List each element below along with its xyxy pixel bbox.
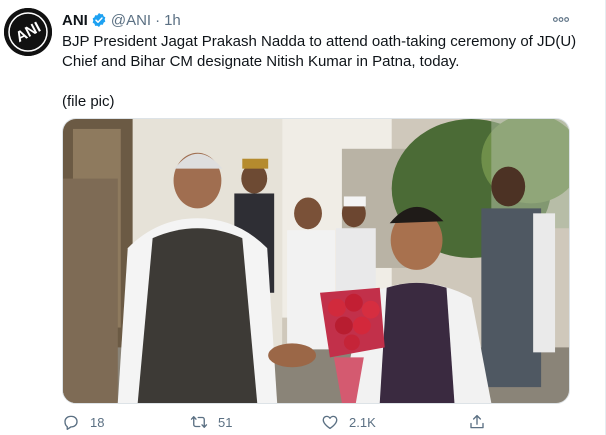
ani-logo: ANI — [4, 8, 52, 56]
like-count: 2.1K — [349, 414, 376, 430]
like-button[interactable]: 2.1K — [321, 413, 376, 431]
share-button[interactable] — [468, 413, 496, 431]
tweet-timestamp[interactable]: 1h — [164, 12, 181, 29]
author-handle[interactable]: @ANI — [111, 12, 151, 29]
tweet-note: (file pic) — [62, 93, 115, 110]
retweet-count: 51 — [218, 414, 233, 430]
share-icon — [470, 414, 484, 429]
tweet-photo[interactable] — [62, 118, 570, 404]
tweet[interactable]: ANI ANI @ANI · 1h BJP President Jagat Pr… — [0, 0, 606, 435]
more-horizontal-icon[interactable] — [551, 10, 571, 28]
tweet-body: BJP President Jagat Prakash Nadda to att… — [62, 33, 577, 70]
tweet-header: ANI @ANI · 1h — [62, 10, 181, 30]
separator-dot: · — [155, 11, 161, 29]
photo-illustration — [63, 119, 569, 403]
tweet-text: BJP President Jagat Prakash Nadda to att… — [62, 32, 582, 112]
reply-button[interactable]: 18 — [62, 413, 104, 431]
author-name[interactable]: ANI — [62, 12, 88, 29]
avatar[interactable]: ANI — [4, 8, 52, 56]
tweet-actions: 18 51 2.1K — [62, 412, 532, 432]
retweet-button[interactable]: 51 — [190, 413, 232, 431]
reply-icon — [64, 415, 78, 430]
retweet-icon — [190, 416, 208, 428]
reply-count: 18 — [90, 414, 105, 430]
heart-icon — [322, 415, 338, 430]
verified-badge-icon — [91, 12, 107, 28]
